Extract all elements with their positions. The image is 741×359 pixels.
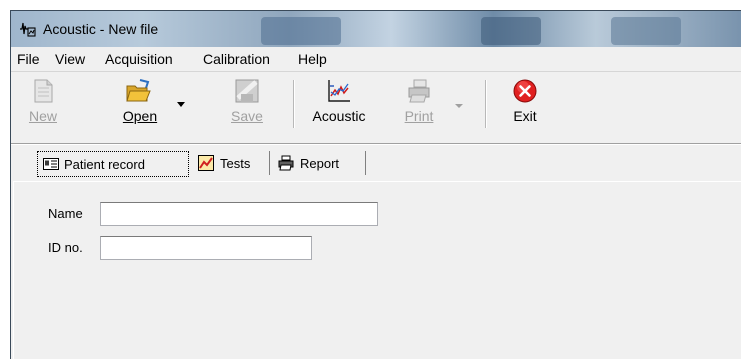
application-window: Acoustic - New file File View Acquisitio… — [10, 10, 741, 359]
menu-help[interactable]: Help — [298, 51, 327, 67]
tab-strip: Patient record Tests Report — [11, 151, 741, 181]
exit-label: Exit — [513, 108, 537, 124]
tab-label: Patient record — [64, 157, 145, 172]
toolbar-separator — [485, 80, 487, 128]
toolbar: New Open Save Acoustic Print Exit — [11, 72, 741, 144]
new-label: New — [28, 108, 57, 124]
print-dropdown-arrow — [455, 104, 463, 108]
window-title: Acoustic - New file — [43, 21, 159, 37]
save-button[interactable]: Save — [225, 78, 269, 136]
menu-file[interactable]: File — [17, 51, 40, 67]
menu-acquisition[interactable]: Acquisition — [105, 51, 173, 67]
background-blur — [261, 17, 341, 45]
acoustic-button[interactable]: Acoustic — [303, 78, 375, 136]
print-label: Print — [404, 108, 434, 124]
menu-calibration[interactable]: Calibration — [203, 51, 270, 67]
open-label: Open — [122, 108, 158, 124]
save-label: Save — [231, 108, 263, 124]
printer-icon — [278, 155, 294, 171]
background-blur — [611, 17, 681, 45]
id-card-icon — [43, 158, 59, 170]
open-folder-icon — [126, 79, 151, 102]
tab-tests[interactable]: Tests — [193, 151, 270, 175]
app-waveform-icon — [20, 22, 36, 37]
title-bar[interactable]: Acoustic - New file — [11, 11, 741, 47]
new-file-icon — [34, 79, 53, 103]
toolbar-separator — [293, 80, 295, 128]
exit-button[interactable]: Exit — [505, 78, 545, 136]
printer-icon — [408, 79, 430, 103]
chart-tests-icon — [198, 155, 214, 171]
new-button[interactable]: New — [23, 78, 63, 136]
patient-record-panel: Name ID no. — [13, 181, 741, 359]
menu-bar: File View Acquisition Calibration Help — [11, 47, 741, 72]
exit-x-icon — [513, 79, 537, 103]
name-input[interactable] — [100, 202, 378, 226]
name-label: Name — [48, 206, 83, 221]
tab-label: Report — [300, 156, 340, 171]
save-disk-icon — [235, 79, 259, 103]
open-button[interactable]: Open — [113, 78, 167, 136]
id-label: ID no. — [48, 240, 83, 255]
toolbar-divider — [11, 143, 741, 145]
acoustic-chart-icon — [328, 80, 350, 102]
background-blur — [481, 17, 541, 45]
tab-patient-record[interactable]: Patient record — [37, 151, 189, 177]
open-dropdown-arrow[interactable] — [177, 102, 185, 107]
print-button[interactable]: Print — [399, 78, 439, 136]
menu-view[interactable]: View — [55, 51, 85, 67]
acoustic-label: Acoustic — [312, 108, 366, 124]
id-input[interactable] — [100, 236, 312, 260]
tab-report[interactable]: Report — [273, 151, 366, 175]
tab-label: Tests — [220, 156, 251, 171]
